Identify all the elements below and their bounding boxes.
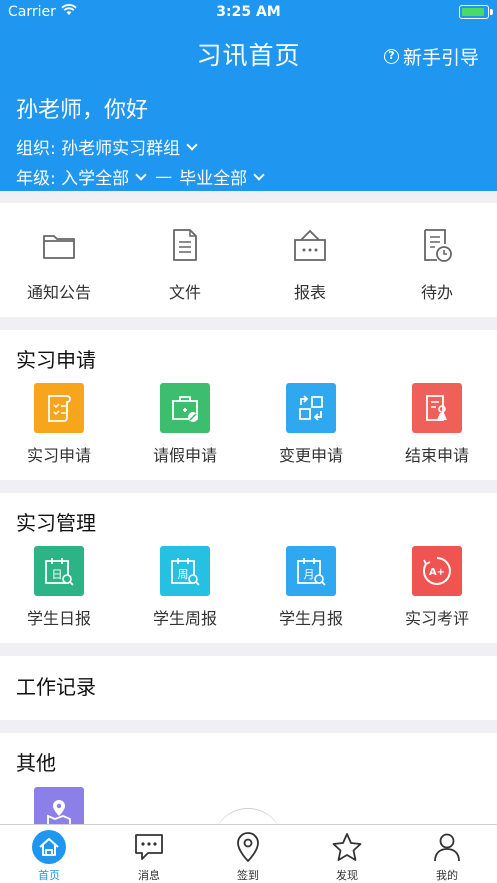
- tab-mine[interactable]: 我的: [407, 825, 487, 883]
- section-title: 实习申请: [16, 348, 96, 372]
- tab-home[interactable]: 首页: [9, 825, 89, 883]
- star-icon: [332, 833, 362, 861]
- document-icon: [173, 229, 197, 261]
- chevron-down-icon: [253, 168, 265, 181]
- quick-access: 通知公告 文件 报表 待办: [0, 203, 497, 317]
- folder-icon: [43, 235, 75, 259]
- monthly-report-icon: 月: [286, 546, 336, 596]
- quick-item-notice[interactable]: 通知公告: [9, 225, 109, 303]
- manage-section: 实习管理 日 学生日报 周 学生周报 月 学生月报 A+ 实习考评: [0, 493, 497, 643]
- evaluation-icon: A+: [412, 546, 462, 596]
- tab-label: 发现: [336, 869, 358, 882]
- tab-discover[interactable]: 发现: [307, 825, 387, 883]
- svg-text:A+: A+: [429, 567, 445, 578]
- apply-item-label: 变更申请: [278, 446, 343, 465]
- tab-label: 首页: [38, 869, 60, 882]
- org-label: 组织: 孙老师实习群组: [16, 139, 181, 159]
- org-selector[interactable]: 组织: 孙老师实习群组: [16, 134, 203, 159]
- quick-item-label: 通知公告: [26, 283, 91, 302]
- help-icon: ?: [383, 49, 399, 64]
- manage-item-label: 学生日报: [26, 609, 91, 628]
- other-item-location[interactable]: [34, 787, 84, 824]
- quick-item-todo[interactable]: 待办: [387, 225, 487, 303]
- apply-item-internship[interactable]: 实习申请: [9, 383, 109, 466]
- section-title: 其他: [16, 751, 56, 775]
- guide-label: 新手引导: [402, 47, 479, 69]
- tab-checkin[interactable]: 签到: [208, 825, 288, 883]
- chevron-down-icon: [135, 168, 147, 181]
- apply-section: 实习申请 实习申请 请假申请 变更申请 结束申请: [0, 330, 497, 480]
- apply-item-label: 结束申请: [404, 446, 469, 465]
- internship-apply-icon: [34, 383, 84, 433]
- grade-to-label: 毕业全部: [179, 169, 248, 189]
- change-apply-icon: [286, 383, 336, 433]
- location-map-icon: [34, 787, 84, 824]
- apply-item-label: 实习申请: [26, 446, 91, 465]
- leave-apply-icon: [160, 383, 210, 433]
- manage-item-label: 实习考评: [404, 609, 469, 628]
- weekly-report-icon: 周: [160, 546, 210, 596]
- clock: 3:25 AM: [216, 4, 281, 20]
- person-icon: [434, 833, 460, 862]
- end-apply-icon: [412, 383, 462, 433]
- home-icon: [32, 830, 66, 864]
- apply-item-end[interactable]: 结束申请: [387, 383, 487, 466]
- tab-label: 消息: [138, 869, 160, 882]
- quick-item-file[interactable]: 文件: [135, 225, 235, 303]
- guide-button[interactable]: ? 新手引导: [383, 43, 479, 70]
- quick-item-label: 报表: [293, 283, 326, 302]
- todo-icon: [424, 229, 452, 262]
- status-bar: Carrier 3:25 AM: [0, 0, 497, 26]
- report-icon: [294, 229, 326, 261]
- apply-item-label: 请假申请: [152, 446, 217, 465]
- manage-item-label: 学生周报: [152, 609, 217, 628]
- quick-item-label: 待办: [420, 283, 453, 302]
- grade-dash: —: [155, 166, 173, 187]
- grade-selector[interactable]: 年级: 入学全部 — 毕业全部: [16, 164, 270, 189]
- manage-item-weekly[interactable]: 周 学生周报: [135, 546, 235, 629]
- manage-item-evaluation[interactable]: A+ 实习考评: [387, 546, 487, 629]
- apply-item-change[interactable]: 变更申请: [261, 383, 361, 466]
- quick-item-report[interactable]: 报表: [260, 225, 360, 303]
- tab-bar: 首页 消息 签到 发现 我的: [0, 824, 497, 883]
- chevron-down-icon: [186, 138, 198, 151]
- daily-report-icon: 日: [34, 546, 84, 596]
- apply-item-leave[interactable]: 请假申请: [135, 383, 235, 466]
- battery-icon: [459, 5, 493, 19]
- greeting: 孙老师，你好: [16, 98, 149, 123]
- work-record-section[interactable]: 工作记录: [0, 656, 497, 720]
- quick-item-label: 文件: [168, 283, 201, 302]
- checkin-location-icon: [237, 832, 259, 863]
- manage-item-monthly[interactable]: 月 学生月报: [261, 546, 361, 629]
- svg-text:日: 日: [52, 568, 63, 581]
- svg-text:月: 月: [304, 568, 315, 581]
- section-title: 实习管理: [16, 511, 96, 535]
- section-title: 工作记录: [16, 675, 96, 699]
- grade-from-label: 年级: 入学全部: [16, 169, 130, 189]
- manage-item-daily[interactable]: 日 学生日报: [9, 546, 109, 629]
- manage-item-label: 学生月报: [278, 609, 343, 628]
- svg-text:周: 周: [178, 568, 189, 581]
- header: Carrier 3:25 AM 习讯首页 ? 新手引导 孙老师，你好 组织: 孙…: [0, 0, 497, 191]
- tab-label: 签到: [237, 869, 259, 882]
- message-icon: [135, 834, 163, 860]
- tab-messages[interactable]: 消息: [109, 825, 189, 883]
- tab-label: 我的: [436, 869, 458, 882]
